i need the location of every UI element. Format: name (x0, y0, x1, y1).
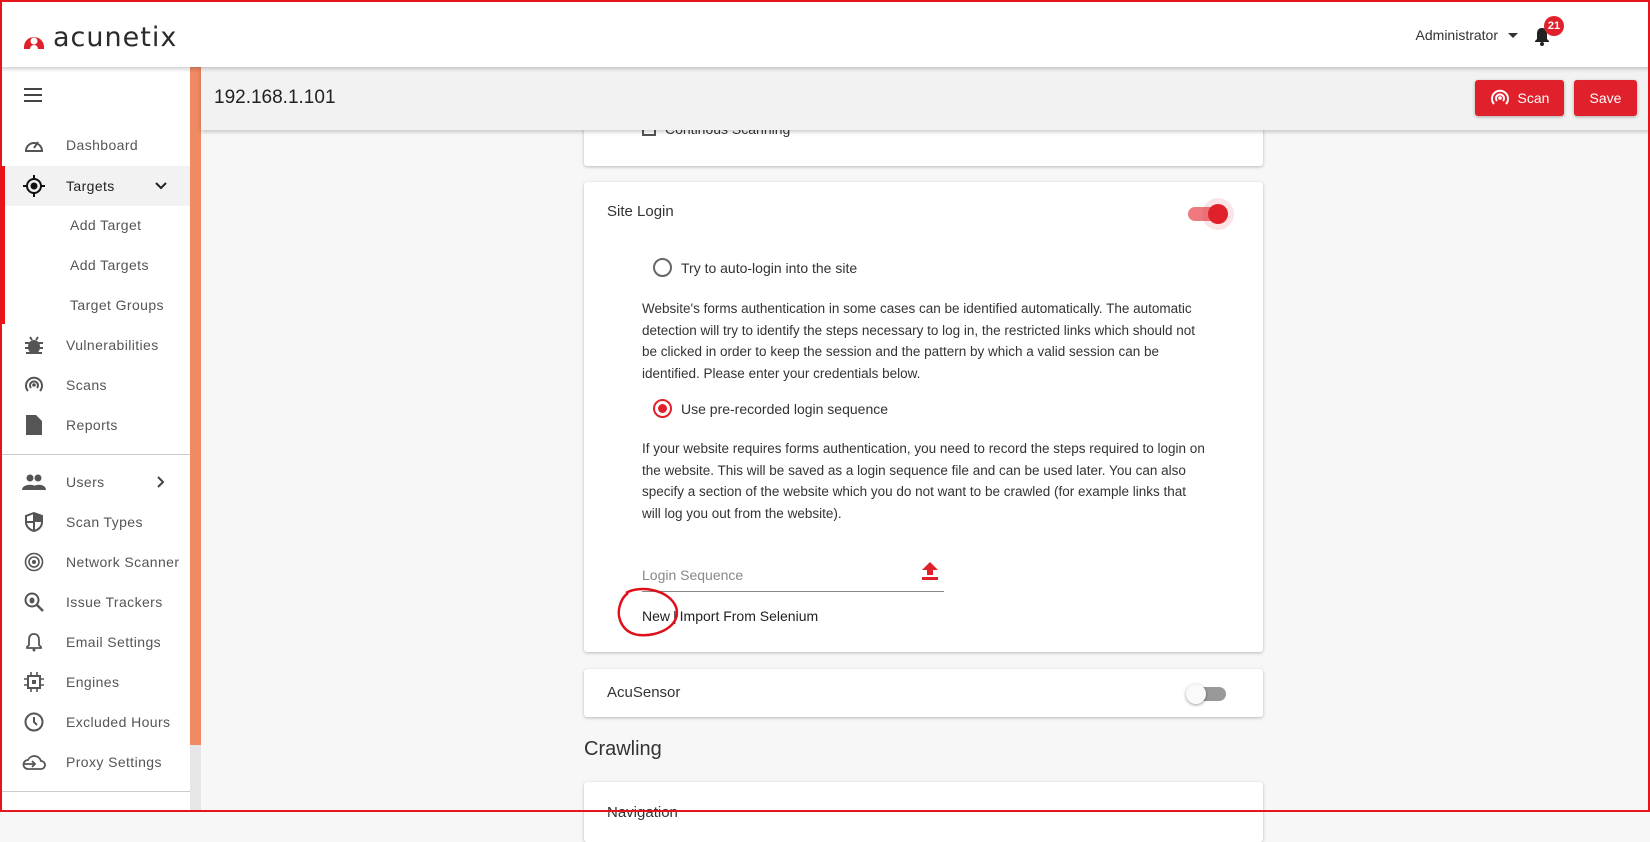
page-title: 192.168.1.101 (214, 87, 336, 108)
sidebar-item-label: Vulnerabilities (66, 337, 159, 353)
radio-circle-selected[interactable] (653, 399, 672, 418)
auto-login-description: Website's forms authentication in some c… (642, 301, 1196, 381)
radar-icon (1490, 89, 1509, 105)
gauge-icon (22, 136, 46, 154)
toggle-knob (1186, 684, 1206, 704)
sidebar-item-label: Issue Trackers (66, 594, 163, 610)
sidebar-item-label: Scans (66, 377, 107, 393)
chip-icon (22, 672, 46, 692)
notification-badge[interactable]: 21 (1544, 16, 1564, 36)
user-menu[interactable]: Administrator (1416, 27, 1518, 43)
radar-icon (22, 375, 46, 395)
sidebar-item-label: Target Groups (70, 297, 164, 313)
sidebar-item-engines[interactable]: Engines (0, 662, 190, 702)
sidebar-item-vulnerabilities[interactable]: Vulnerabilities (0, 325, 190, 365)
target-icon (22, 175, 46, 197)
sidebar-item-scans[interactable]: Scans (0, 365, 190, 405)
sidebar-item-dashboard[interactable]: Dashboard (0, 125, 190, 165)
import-selenium-link[interactable]: Import From Selenium (680, 608, 818, 624)
radio-circle[interactable] (653, 258, 672, 277)
sidebar-item-label: Add Targets (70, 257, 149, 273)
acusensor-toggle[interactable] (1186, 684, 1226, 704)
navigation-card: Navigation (584, 782, 1263, 842)
brand-name: acunetix (53, 22, 178, 53)
save-button[interactable]: Save (1574, 80, 1637, 116)
scan-button[interactable]: Scan (1475, 80, 1564, 116)
bug-search-icon (22, 592, 46, 612)
sidebar-item-label: Excluded Hours (66, 714, 171, 730)
sidebar-item-reports[interactable]: Reports (0, 405, 190, 445)
scan-label: Scan (1517, 90, 1550, 106)
sidebar-item-scan-types[interactable]: Scan Types (0, 502, 190, 542)
sidebar-item-label: Scan Types (66, 514, 143, 530)
sidebar-item-label: Users (66, 474, 105, 490)
site-login-title: Site Login (607, 203, 674, 220)
sidebar-item-proxy-settings[interactable]: Proxy Settings (0, 742, 190, 782)
sidebar-item-label: Reports (66, 417, 118, 433)
sidebar-item-label: Add Target (70, 217, 142, 233)
top-header: acunetix Administrator 21 (0, 0, 1650, 67)
pre-recorded-description: If your website requires forms authentic… (642, 441, 1205, 521)
navigation-title: Navigation (607, 804, 678, 821)
logo[interactable]: acunetix (22, 22, 177, 53)
sidebar-item-target-groups[interactable]: Target Groups (0, 285, 190, 325)
sidebar-item-label: Email Settings (66, 634, 162, 650)
acusensor-card: AcuSensor (584, 669, 1263, 717)
bell-outline-icon (22, 632, 46, 652)
sidebar-divider (0, 791, 190, 792)
sidebar-item-users[interactable]: Users (0, 462, 190, 502)
login-sequence-placeholder: Login Sequence (642, 567, 744, 583)
network-icon (22, 552, 46, 572)
crawling-heading: Crawling (584, 738, 662, 760)
sidebar-item-targets[interactable]: Targets (0, 166, 190, 206)
sidebar-item-network-scanner[interactable]: Network Scanner (0, 542, 190, 582)
save-label: Save (1589, 90, 1622, 106)
radio-label: Try to auto-login into the site (681, 259, 858, 276)
caret-down-icon (1508, 32, 1518, 38)
sidebar-item-add-targets[interactable]: Add Targets (0, 245, 190, 285)
pre-recorded-radio[interactable]: Use pre-recorded login sequence (653, 399, 888, 418)
sidebar-scroll-thumb[interactable] (190, 67, 201, 745)
sidebar-item-label: Engines (66, 674, 120, 690)
clock-icon (22, 712, 46, 732)
shield-icon (22, 512, 46, 532)
sidebar-item-email-settings[interactable]: Email Settings (0, 622, 190, 662)
sidebar-item-label: Targets (66, 178, 115, 194)
acusensor-title: AcuSensor (607, 684, 681, 701)
site-login-card: Site Login Try to auto-login into the si… (584, 182, 1263, 652)
sidebar-item-excluded-hours[interactable]: Excluded Hours (0, 702, 190, 742)
sidebar-item-label: Network Scanner (66, 554, 180, 570)
chevron-right-icon (157, 476, 165, 488)
auto-login-radio[interactable]: Try to auto-login into the site (653, 258, 857, 277)
sidebar-item-label: Proxy Settings (66, 754, 162, 770)
upload-icon[interactable] (922, 562, 938, 580)
cloud-icon (22, 753, 46, 771)
login-sequence-field[interactable]: Login Sequence (642, 550, 944, 592)
page-titlebar: 192.168.1.101 Scan Save (201, 67, 1650, 130)
bug-icon (22, 335, 46, 355)
hamburger-menu-icon[interactable] (24, 88, 42, 102)
sidebar-item-label: Dashboard (66, 137, 139, 153)
radio-label: Use pre-recorded login sequence (681, 400, 889, 417)
user-name: Administrator (1415, 27, 1498, 43)
red-circle-annotation (617, 587, 679, 637)
site-login-toggle[interactable] (1188, 204, 1228, 224)
toggle-knob (1208, 204, 1228, 224)
chevron-down-icon (155, 182, 167, 190)
acunetix-logo-icon (24, 36, 44, 49)
file-icon (22, 415, 46, 435)
users-icon (22, 474, 46, 490)
sidebar-item-issue-trackers[interactable]: Issue Trackers (0, 582, 190, 622)
sidebar-divider (0, 454, 190, 455)
sidebar-item-add-target[interactable]: Add Target (0, 205, 190, 245)
